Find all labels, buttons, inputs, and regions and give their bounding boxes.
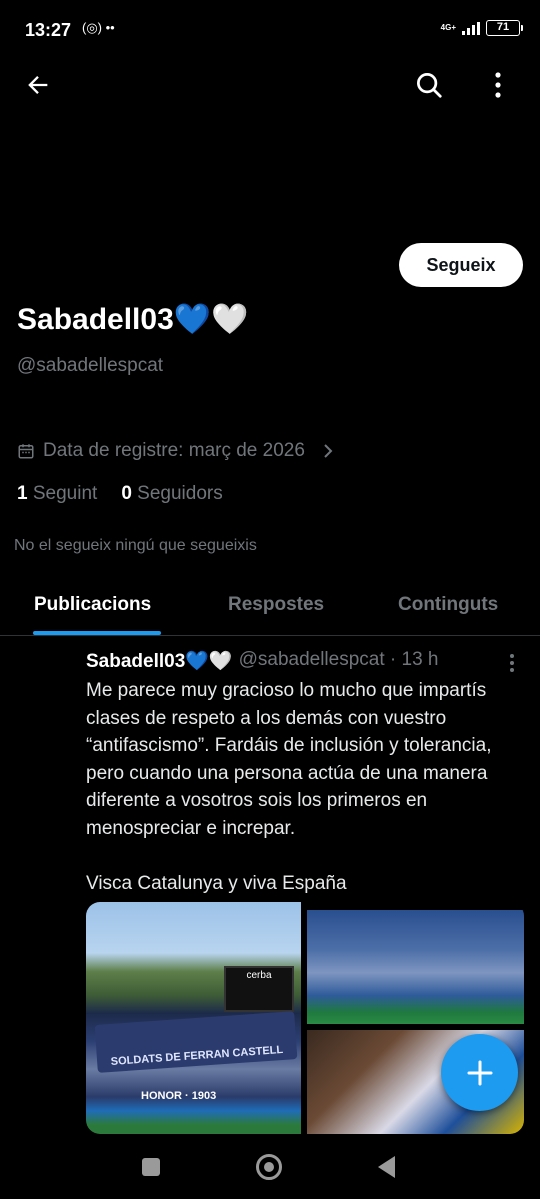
square-icon[interactable] bbox=[142, 1158, 160, 1176]
post-author[interactable]: Sabadell03💙🤍 bbox=[86, 649, 233, 673]
circle-icon[interactable] bbox=[256, 1154, 282, 1180]
post-image-pitch[interactable] bbox=[307, 910, 524, 1024]
followers-count: 0 bbox=[121, 483, 132, 504]
active-tab-indicator bbox=[33, 631, 161, 635]
join-date-text: Data de registre: març de 2026 bbox=[43, 440, 305, 461]
tab-continguts[interactable]: Continguts bbox=[398, 594, 498, 616]
post-more-button[interactable] bbox=[500, 648, 524, 678]
scoreboard: cerba bbox=[224, 966, 294, 1012]
following-label: Seguint bbox=[32, 483, 98, 504]
chevron-right-icon bbox=[324, 444, 333, 458]
plus-icon bbox=[467, 1060, 492, 1085]
back-button[interactable] bbox=[16, 63, 60, 107]
signal-icon bbox=[462, 21, 480, 35]
tab-publicacions[interactable]: Publicacions bbox=[34, 594, 151, 616]
network-type: 4G+ bbox=[440, 23, 456, 32]
search-icon bbox=[417, 73, 442, 98]
stadium-banner: SOLDATS DE FERRAN CASTELL bbox=[94, 1011, 298, 1073]
more-vertical-icon bbox=[510, 654, 514, 672]
more-options-button[interactable] bbox=[476, 63, 520, 107]
post-handle-time: @sabadellespcat · 13 h bbox=[238, 649, 439, 670]
tab-respostes[interactable]: Respostes bbox=[228, 594, 324, 616]
honor-text: HONOR · 1903 bbox=[141, 1090, 217, 1102]
calendar-icon bbox=[18, 444, 34, 459]
following-count: 1 bbox=[17, 483, 28, 504]
system-nav-bar bbox=[0, 1134, 540, 1199]
join-date-row[interactable]: Data de registre: març de 2026 bbox=[17, 440, 335, 462]
arrow-left-icon bbox=[28, 76, 48, 94]
search-button[interactable] bbox=[407, 63, 451, 107]
mutual-followers-note: No el segueix ningú que segueixis bbox=[14, 537, 257, 554]
status-notification-icons: (◎) •• bbox=[82, 20, 115, 35]
follow-counts: 1 Seguint 0 Seguidors bbox=[17, 483, 223, 505]
followers-label: Seguidors bbox=[137, 483, 223, 504]
more-vertical-icon bbox=[495, 72, 501, 98]
post-image-stadium[interactable]: cerba SOLDATS DE FERRAN CASTELL HONOR · … bbox=[86, 902, 301, 1134]
profile-handle: @sabadellespcat bbox=[17, 355, 164, 376]
follow-button[interactable]: Segueix bbox=[399, 243, 523, 287]
post-text: Me parece muy gracioso lo mucho que impa… bbox=[86, 680, 492, 894]
followers-link[interactable]: 0 Seguidors bbox=[121, 483, 222, 505]
compose-button[interactable] bbox=[441, 1034, 518, 1111]
triangle-back-icon[interactable] bbox=[378, 1156, 395, 1178]
profile-tabs: Publicacions Respostes Continguts bbox=[0, 578, 540, 636]
post-header: Sabadell03💙🤍 @sabadellespcat · 13 h bbox=[86, 649, 439, 673]
profile-display-name: Sabadell03💙🤍 bbox=[17, 303, 249, 336]
status-right-cluster: 4G+ 71 bbox=[440, 20, 523, 36]
status-time: 13:27 bbox=[25, 20, 72, 40]
following-link[interactable]: 1 Seguint bbox=[17, 483, 97, 505]
status-bar: 13:27 (◎) •• 4G+ 71 bbox=[0, 0, 540, 62]
battery-icon: 71 bbox=[486, 20, 523, 36]
